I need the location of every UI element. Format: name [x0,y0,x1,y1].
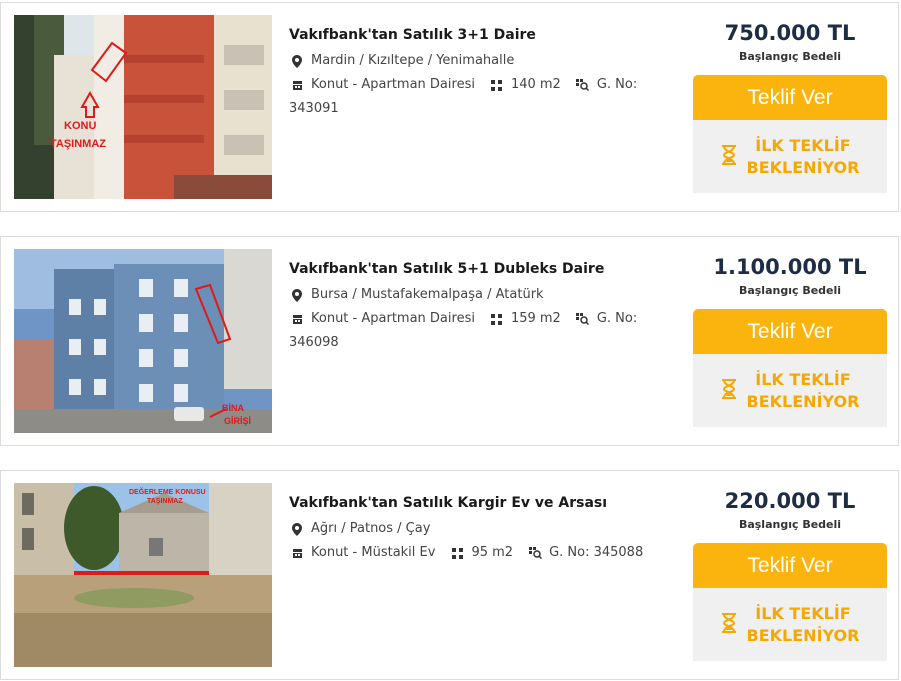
price-label: Başlangıç Bedeli [738,50,842,63]
photo-caption-line1: DEĞERLEME KONUSU [129,487,206,496]
building-icon [289,78,305,92]
map-pin-icon [289,288,305,302]
photo-caption-line2: TAŞINMAZ [147,498,183,505]
listing-photo[interactable]: KONU TAŞINMAZ [14,15,272,199]
listing-price: 1.100.000 TL [713,255,867,279]
offer-button[interactable]: Teklif Ver [693,543,887,588]
listing-gno-value: 343091 [289,101,339,116]
status-text: İLK TEKLİF BEKLENİYOR [747,135,860,179]
listing-title[interactable]: Vakıfbank'tan Satılık 3+1 Daire [289,27,669,43]
listing-card[interactable]: DEĞERLEME KONUSU TAŞINMAZ Vakıfbank'tan … [0,470,899,680]
status-line1: İLK TEKLİF [755,369,851,389]
hourglass-icon [721,378,737,403]
listing-gno-label: G. No: [596,77,638,92]
status-box: İLK TEKLİF BEKLENİYOR [693,588,887,661]
listing-gno-label: G. No: 345088 [549,545,644,560]
status-box: İLK TEKLİF BEKLENİYOR [693,354,887,427]
status-box: İLK TEKLİF BEKLENİYOR [693,120,887,193]
listing-area: 140 m2 [510,77,561,92]
listing-photo[interactable]: DEĞERLEME KONUSU TAŞINMAZ [14,483,272,667]
listing-price: 220.000 TL [724,489,856,513]
listing-location: Bursa / Mustafakemalpaşa / Atatürk [311,287,544,302]
listing-title[interactable]: Vakıfbank'tan Satılık 5+1 Dubleks Daire [289,261,669,277]
offer-button[interactable]: Teklif Ver [693,309,887,354]
area-dots-icon [449,546,465,560]
listing-photo[interactable]: BİNA GİRİŞİ [14,249,272,433]
map-pin-icon [289,522,305,536]
listing-location: Ağrı / Patnos / Çay [311,521,431,536]
listing-type: Konut - Apartman Dairesi [311,311,475,326]
status-line1: İLK TEKLİF [755,135,851,155]
photo-caption-line1: KONU [64,120,96,132]
listing-area: 95 m2 [471,545,514,560]
listing-gno-label: G. No: [596,311,638,326]
listing-price: 750.000 TL [724,21,856,45]
photo-caption-line1: BİNA [222,403,244,413]
listing-area: 159 m2 [510,311,561,326]
price-label: Başlangıç Bedeli [738,518,842,531]
id-search-icon [527,546,543,560]
status-text: İLK TEKLİF BEKLENİYOR [747,369,860,413]
listing-gno-value: 346098 [289,335,339,350]
status-text: İLK TEKLİF BEKLENİYOR [747,603,860,647]
building-icon [289,546,305,560]
hourglass-icon [721,612,737,637]
listing-card[interactable]: BİNA GİRİŞİ Vakıfbank'tan Satılık 5+1 Du… [0,236,899,446]
listing-title[interactable]: Vakıfbank'tan Satılık Kargir Ev ve Arsas… [289,495,669,511]
photo-caption-line2: GİRİŞİ [224,416,251,426]
id-search-icon [575,78,591,92]
status-line2: BEKLENİYOR [746,625,860,645]
status-line1: İLK TEKLİF [755,603,851,623]
listing-type: Konut - Apartman Dairesi [311,77,475,92]
photo-caption-line2: TAŞINMAZ [50,138,106,150]
listing-location: Mardin / Kızıltepe / Yenimahalle [311,53,515,68]
listing-card[interactable]: KONU TAŞINMAZ Vakıfbank'tan Satılık 3+1 … [0,2,899,212]
listing-type: Konut - Müstakil Ev [311,545,436,560]
area-dots-icon [489,312,505,326]
id-search-icon [575,312,591,326]
status-line2: BEKLENİYOR [746,157,860,177]
offer-button[interactable]: Teklif Ver [693,75,887,120]
area-dots-icon [489,78,505,92]
price-label: Başlangıç Bedeli [738,284,842,297]
map-pin-icon [289,54,305,68]
building-icon [289,312,305,326]
status-line2: BEKLENİYOR [746,391,860,411]
hourglass-icon [721,144,737,169]
